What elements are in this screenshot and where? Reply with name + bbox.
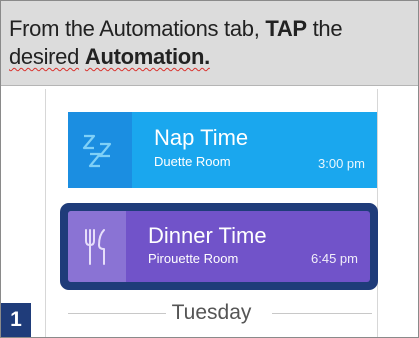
screenshot-frame: From the Automations tab, TAP the desire…: [0, 0, 419, 338]
step-badge: 1: [1, 303, 31, 337]
instruction-automation: Automation.: [84, 44, 210, 69]
zzz-icon: [68, 112, 132, 188]
automation-room: Duette Room: [154, 154, 231, 169]
instruction-tap: TAP: [265, 16, 307, 41]
automation-room: Pirouette Room: [148, 251, 239, 266]
day-label: Tuesday: [171, 301, 252, 324]
automation-time: 6:45 pm: [311, 251, 358, 266]
automation-title: Nap Time: [154, 125, 249, 150]
instruction-text-1: From the Automations tab,: [9, 16, 266, 41]
instruction-header: From the Automations tab, TAP the desire…: [1, 1, 418, 86]
automation-card-dinner-time[interactable]: Dinner Time Pirouette Room 6:45 pm: [68, 211, 370, 282]
instruction-desired: desired: [9, 44, 80, 69]
instruction-text-2: the: [306, 16, 343, 41]
day-divider: Tuesday: [46, 299, 377, 329]
automations-list: Nap Time Duette Room 3:00 pm Dinner Time…: [45, 89, 378, 337]
highlight-box: Dinner Time Pirouette Room 6:45 pm: [60, 203, 378, 290]
fork-knife-icon: [68, 211, 126, 282]
automation-title: Dinner Time: [148, 223, 267, 248]
automation-card-nap-time[interactable]: Nap Time Duette Room 3:00 pm: [68, 112, 377, 188]
automation-time: 3:00 pm: [318, 156, 365, 171]
